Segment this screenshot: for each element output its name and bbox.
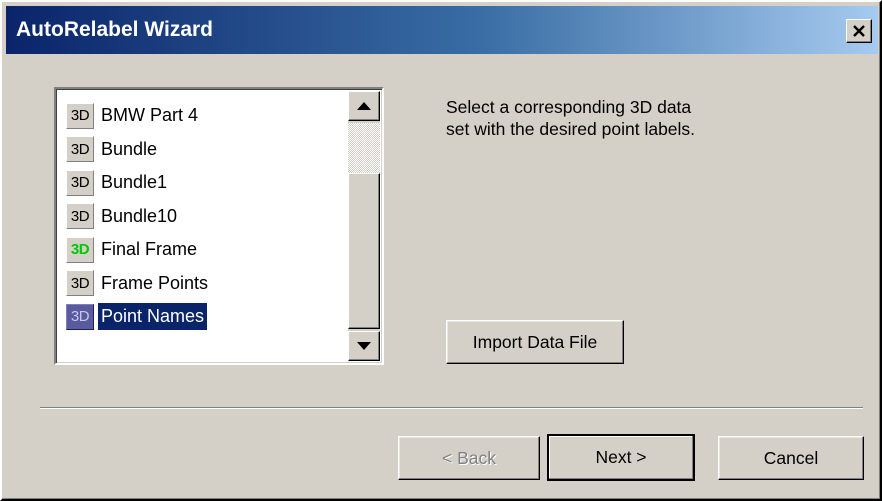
vertical-scrollbar[interactable] (348, 91, 380, 361)
list-item[interactable]: 3D Bundle10 (66, 200, 211, 234)
next-button[interactable]: Next > (547, 434, 695, 481)
close-button[interactable] (846, 19, 872, 43)
instruction-text: Select a corresponding 3D data set with … (446, 96, 776, 140)
list-item-label: Bundle (101, 138, 158, 159)
back-button[interactable]: < Back (398, 436, 540, 480)
list-item-label: Bundle10 (101, 205, 178, 226)
instruction-line: set with the desired point labels. (446, 119, 696, 139)
wizard-window: AutoRelabel Wizard 3D BMW Part 4 3D Bund… (0, 0, 882, 501)
title-bar[interactable]: AutoRelabel Wizard (6, 6, 878, 54)
list-item-label: Frame Points (101, 272, 209, 293)
instruction-line: Select a corresponding 3D data (446, 97, 692, 117)
scroll-up-button[interactable] (348, 91, 380, 121)
3d-badge-green-icon: 3D (66, 236, 94, 263)
cancel-button[interactable]: Cancel (718, 436, 864, 480)
scroll-thumb[interactable] (348, 173, 380, 329)
list-item[interactable]: 3D Final Frame (66, 233, 211, 267)
list-item[interactable]: 3D Frame Points (66, 267, 211, 301)
dataset-list: 3D BMW Part 4 3D Bundle 3D Bundle1 3D Bu… (66, 99, 211, 334)
3d-badge-icon: 3D (66, 136, 94, 163)
list-item-label: Point Names (98, 303, 208, 331)
scroll-down-button[interactable] (348, 331, 380, 361)
3d-badge-icon: 3D (66, 102, 94, 129)
scroll-track[interactable] (348, 123, 380, 173)
3d-badge-icon: 3D (66, 270, 94, 297)
close-icon (853, 25, 865, 37)
3d-badge-icon: 3D (66, 203, 94, 230)
import-data-file-button[interactable]: Import Data File (446, 320, 624, 364)
dataset-listbox[interactable]: 3D BMW Part 4 3D Bundle 3D Bundle1 3D Bu… (54, 87, 384, 365)
window-title: AutoRelabel Wizard (16, 18, 213, 41)
list-item-selected[interactable]: 3D Point Names (66, 300, 211, 334)
list-item-label: Bundle1 (101, 172, 168, 193)
arrow-up-icon (357, 102, 371, 110)
3d-badge-icon: 3D (66, 303, 94, 330)
list-item-label: BMW Part 4 (101, 105, 199, 126)
separator (40, 407, 863, 409)
list-item[interactable]: 3D BMW Part 4 (66, 99, 211, 133)
3d-badge-icon: 3D (66, 169, 94, 196)
arrow-down-icon (357, 342, 371, 350)
list-item[interactable]: 3D Bundle (66, 133, 211, 167)
list-item-label: Final Frame (101, 239, 198, 260)
list-item[interactable]: 3D Bundle1 (66, 166, 211, 200)
